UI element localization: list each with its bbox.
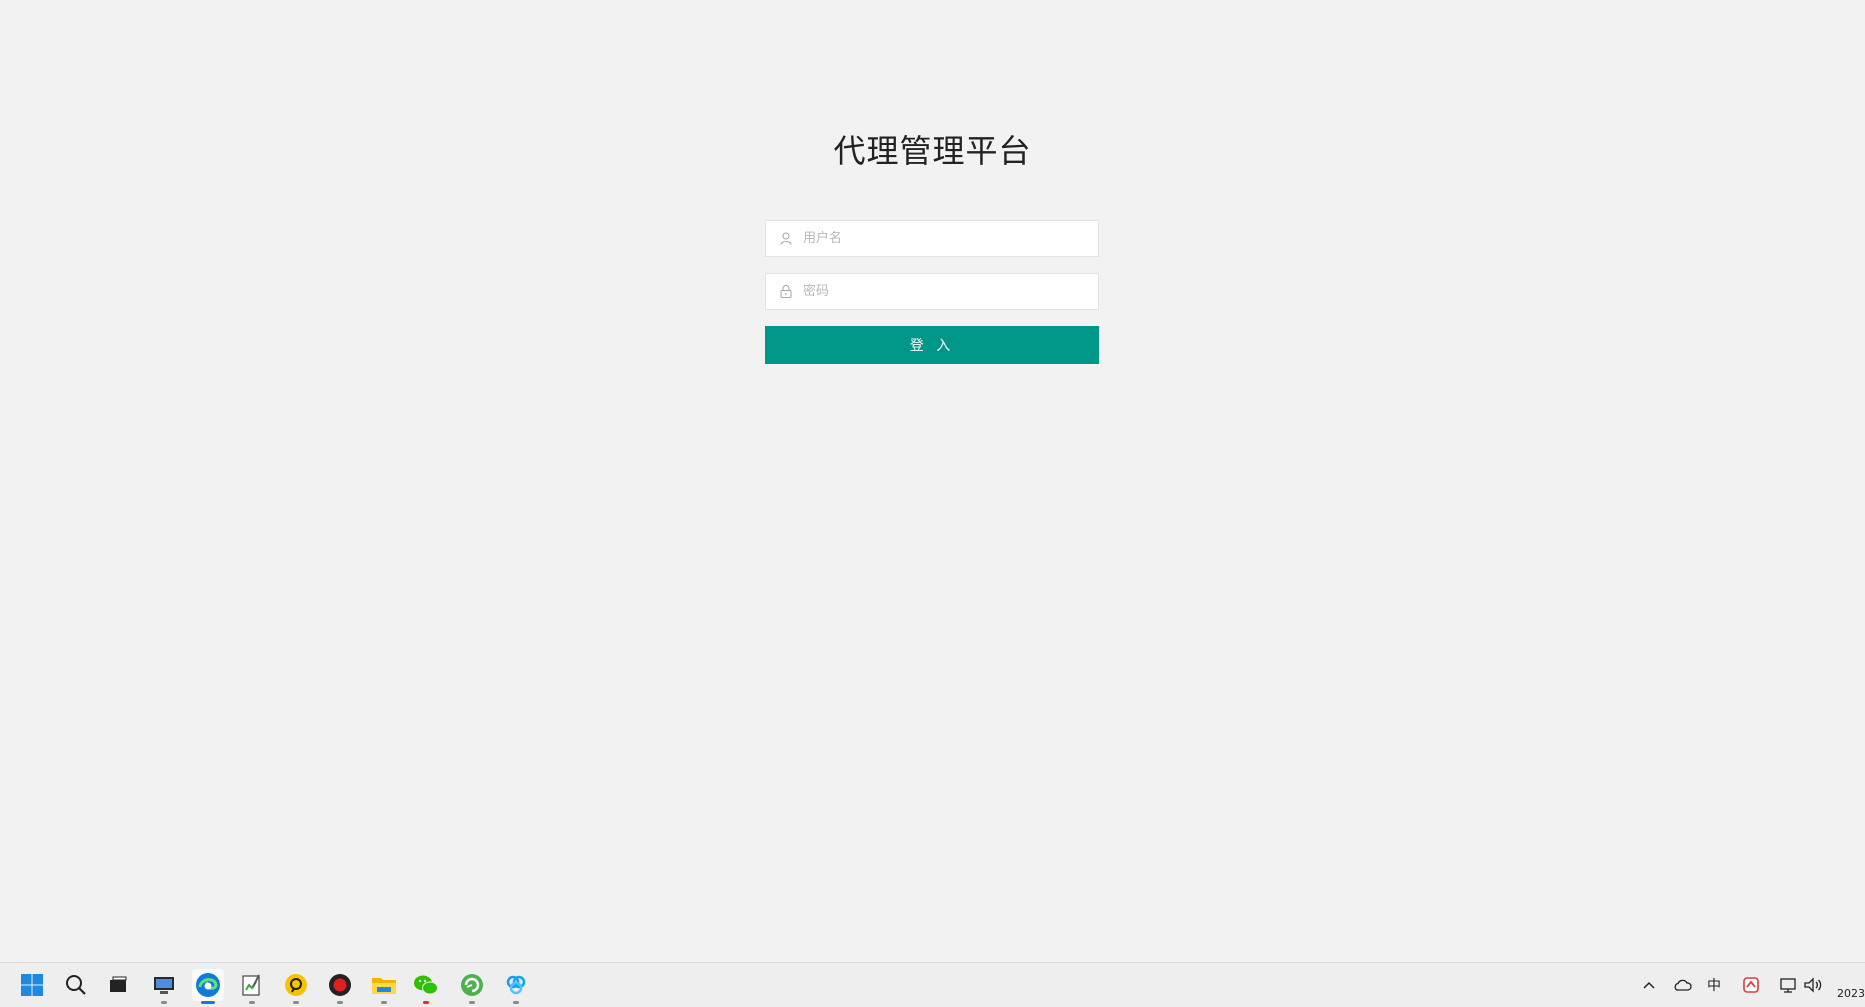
username-field[interactable] bbox=[765, 220, 1099, 257]
folder-icon bbox=[372, 978, 396, 994]
running-indicator bbox=[513, 1001, 519, 1004]
tray-app-red[interactable] bbox=[1741, 975, 1761, 995]
windows-logo-icon bbox=[21, 974, 43, 996]
running-indicator bbox=[249, 1001, 255, 1004]
tray-overflow-button[interactable] bbox=[1639, 975, 1659, 995]
taskbar-app-notepad[interactable] bbox=[236, 969, 268, 1004]
tray-onedrive[interactable] bbox=[1672, 975, 1692, 995]
tray-volume[interactable] bbox=[1803, 975, 1823, 995]
ime-label: 中 bbox=[1707, 978, 1721, 994]
red-app-icon bbox=[1743, 977, 1759, 993]
password-field[interactable] bbox=[765, 273, 1099, 310]
tray-network[interactable] bbox=[1779, 975, 1799, 995]
running-indicator bbox=[293, 1001, 299, 1004]
cloud-icon bbox=[1674, 979, 1692, 991]
taskbar-app-edge[interactable] bbox=[192, 969, 224, 1004]
yellow-app-icon bbox=[285, 974, 307, 996]
login-button[interactable]: 登 入 bbox=[765, 326, 1099, 364]
taskbar-app-wechat[interactable] bbox=[410, 969, 442, 1004]
notification-indicator bbox=[423, 1001, 429, 1004]
speaker-icon bbox=[1804, 977, 1822, 993]
chevron-up-icon bbox=[1643, 981, 1655, 989]
green-app-icon bbox=[461, 974, 483, 996]
running-indicator bbox=[161, 1001, 167, 1004]
taskbar: 中 2023 bbox=[0, 962, 1865, 1007]
taskbar-app-explorer[interactable] bbox=[368, 969, 400, 1004]
taskbar-app-monitor[interactable] bbox=[148, 969, 180, 1004]
record-icon bbox=[329, 974, 351, 996]
search-icon bbox=[66, 975, 86, 995]
tray-ime[interactable]: 中 bbox=[1704, 975, 1724, 995]
user-icon bbox=[779, 232, 793, 246]
username-input[interactable] bbox=[803, 231, 1083, 246]
running-indicator bbox=[381, 1001, 387, 1004]
task-view-button[interactable] bbox=[102, 969, 134, 1001]
task-view-icon bbox=[110, 976, 127, 992]
login-page: 代理管理平台 登 入 bbox=[0, 0, 1865, 962]
monitor-icon bbox=[154, 977, 174, 994]
blue-app-icon bbox=[506, 975, 526, 995]
tray-clock[interactable]: 2023 bbox=[1837, 987, 1865, 1000]
running-indicator bbox=[469, 1001, 475, 1004]
running-indicator bbox=[337, 1001, 343, 1004]
notepad-icon bbox=[242, 974, 260, 996]
lock-icon bbox=[779, 285, 793, 299]
active-indicator bbox=[201, 1001, 215, 1004]
taskbar-app-recorder[interactable] bbox=[324, 969, 356, 1004]
taskbar-app-blue[interactable] bbox=[500, 969, 532, 1004]
page-title: 代理管理平台 bbox=[833, 132, 1032, 170]
start-button[interactable] bbox=[16, 969, 48, 1001]
network-icon bbox=[1780, 978, 1796, 993]
wechat-icon bbox=[414, 975, 438, 995]
password-input[interactable] bbox=[803, 284, 1083, 299]
search-button[interactable] bbox=[60, 969, 92, 1001]
taskbar-app-green[interactable] bbox=[456, 969, 488, 1004]
taskbar-app-yellow[interactable] bbox=[280, 969, 312, 1004]
edge-browser-icon bbox=[196, 973, 220, 997]
